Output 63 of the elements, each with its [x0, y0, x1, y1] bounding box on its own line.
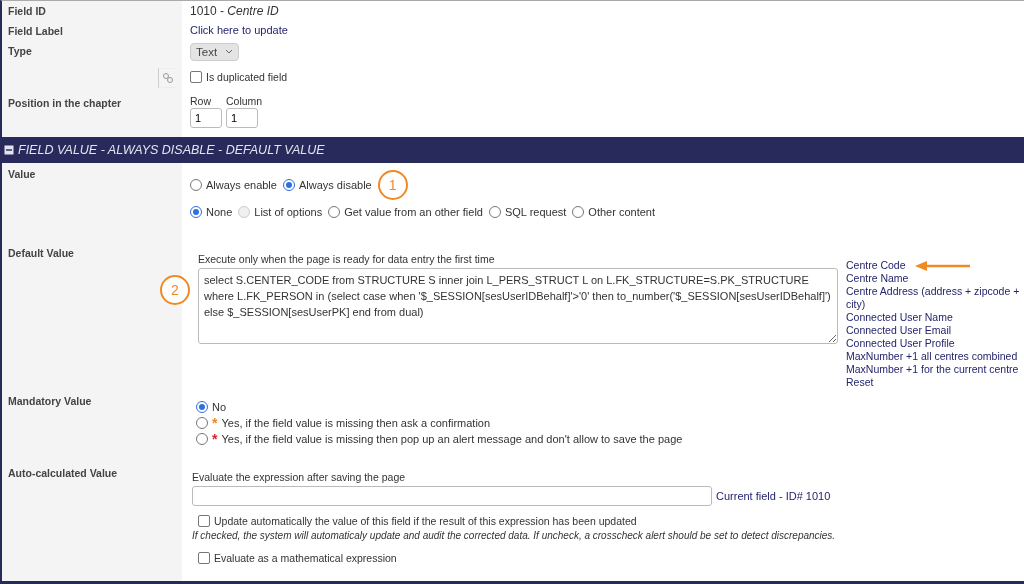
shortcut-link[interactable]: Centre Code: [846, 259, 1024, 273]
caret-icon: [225, 49, 234, 55]
radio-button[interactable]: [190, 179, 202, 192]
chain-link-icon[interactable]: [158, 68, 176, 88]
row-label: Row: [190, 95, 212, 107]
field-label: Position in the chapter: [8, 97, 122, 109]
note-text: If checked, the system will automaticaly update and audit the corrected data. If uncheck, a crosscheck alert should be set to detect discrepancies.: [192, 530, 836, 541]
radio-label: SQL request: [504, 206, 567, 219]
radio-label: Yes, if the field value is missing then pop up an alert message and don't allow to save the page: [221, 433, 683, 445]
checkbox-label: Evaluate as a mathematical expression: [214, 552, 397, 564]
section-title: FIELD VALUE - ALWAYS DISABLE - DEFAULT VALUE: [18, 143, 325, 158]
radio-label: Always disable: [298, 179, 372, 192]
radio-button[interactable]: [282, 179, 295, 192]
radio-label: Other content: [588, 206, 655, 219]
checkbox-label: Is duplicated field: [206, 71, 288, 83]
current-field-link[interactable]: Current field - ID# 1010: [716, 490, 831, 502]
radio-label: Yes, if the field value is missing then ask a confirmation: [221, 417, 491, 429]
radio-label: No: [212, 401, 227, 413]
shortcut-link[interactable]: MaxNumber +1 all centres combined: [846, 350, 1024, 364]
column-input[interactable]: 1: [226, 108, 258, 128]
field-id-value: 1010 - Centre ID: [190, 4, 279, 18]
radio-button[interactable]: [196, 417, 208, 429]
checkbox[interactable]: [190, 71, 202, 83]
callout-number: 1: [377, 170, 408, 201]
radio-button[interactable]: [190, 206, 202, 219]
update-link[interactable]: Click here to update: [190, 24, 288, 36]
hint-text: Evaluate the expression after saving the page: [192, 471, 406, 483]
sql-textarea[interactable]: select S.CENTER_CODE from STRUCTURE S inner join L_PERS_STRUCT L on L.FK_STRUCTURE=S.PK_STRUCTURE where L.FK_PERSON in (select case when '$_SESSION[sesUserIDBehalf]'>'0' then to_number('$_SESSION[sesUserIDBehalf]') else $_SESSION[sesUserPK] end from dual): [198, 268, 838, 345]
shortcut-link[interactable]: Centre Address (address + zipcode + city): [846, 285, 1024, 312]
field-label: Field Label: [8, 25, 63, 37]
expression-input[interactable]: [192, 486, 712, 506]
field-label: Default Value: [8, 247, 74, 260]
required-mark: *: [212, 418, 218, 428]
radio-button[interactable]: [196, 401, 208, 413]
row-input[interactable]: 1: [190, 108, 222, 128]
required-mark: *: [212, 434, 218, 444]
radio-label: Always enable: [206, 179, 277, 192]
checkbox[interactable]: [198, 552, 210, 564]
checkbox-label: Update automatically the value of this field if the result of this expression has been updated: [214, 515, 637, 527]
callout-number: 2: [160, 275, 190, 306]
shortcut-link[interactable]: Connected User Email: [846, 324, 1024, 338]
checkbox[interactable]: [198, 515, 210, 527]
field-label: Field ID: [8, 5, 46, 17]
collapse-icon[interactable]: [4, 145, 14, 156]
radio-button[interactable]: [328, 206, 341, 219]
field-label: Auto-calculated Value: [8, 467, 118, 479]
radio-label: List of options: [254, 206, 323, 219]
field-label: Value: [8, 168, 36, 181]
hint-text: Execute only when the page is ready for data entry the first time: [198, 253, 496, 266]
radio-label: None: [206, 206, 233, 219]
radio-button[interactable]: [572, 206, 585, 219]
shortcut-link[interactable]: Centre Name: [846, 272, 1024, 286]
radio-button[interactable]: [488, 206, 501, 219]
radio-button[interactable]: [196, 433, 208, 445]
type-select[interactable]: Text: [190, 43, 240, 61]
shortcut-link[interactable]: MaxNumber +1 for the current centre: [846, 363, 1024, 377]
shortcut-link[interactable]: Connected User Name: [846, 311, 1024, 325]
field-label: Type: [8, 45, 32, 57]
field-label: Mandatory Value: [8, 395, 92, 407]
radio-label: Get value from an other field: [344, 206, 483, 219]
shortcut-link[interactable]: Connected User Profile: [846, 337, 1024, 351]
column-label: Column: [226, 95, 263, 107]
shortcut-link[interactable]: Reset: [846, 376, 1024, 390]
